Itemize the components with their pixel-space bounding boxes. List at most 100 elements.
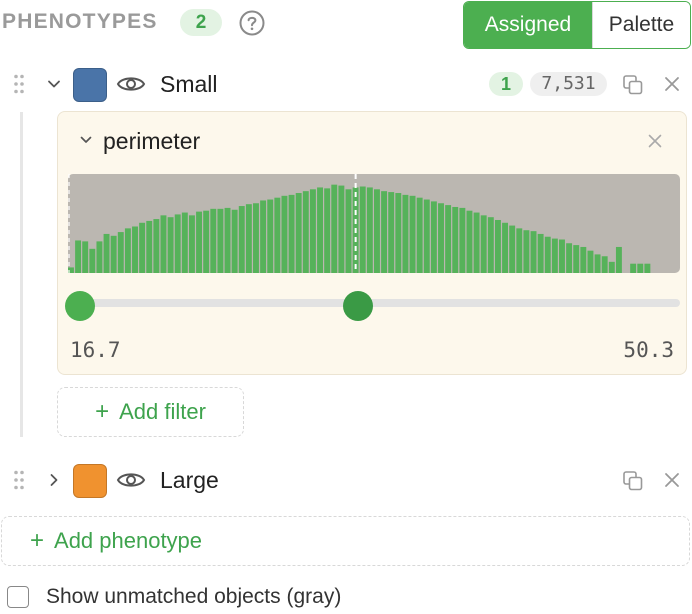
color-swatch-small[interactable] bbox=[73, 68, 107, 102]
show-unmatched-toggle[interactable]: Show unmatched objects (gray) bbox=[7, 584, 341, 610]
assigned-toggle-button[interactable]: Assigned bbox=[464, 2, 592, 48]
histogram-bar bbox=[96, 241, 103, 273]
histogram-bar bbox=[438, 203, 444, 273]
histogram-bar bbox=[473, 212, 480, 273]
histogram-bar bbox=[445, 205, 452, 273]
histogram-bar bbox=[466, 210, 473, 273]
histogram-bar bbox=[395, 193, 402, 273]
show-unmatched-label: Show unmatched objects (gray) bbox=[46, 585, 342, 608]
histogram-bar bbox=[253, 203, 259, 273]
duplicate-icon[interactable] bbox=[622, 470, 644, 492]
histogram-bar bbox=[89, 248, 96, 273]
histogram-bar bbox=[260, 200, 267, 273]
histogram-bar bbox=[537, 233, 544, 273]
chevron-down-icon[interactable] bbox=[78, 132, 94, 148]
range-slider-min-handle[interactable] bbox=[65, 291, 95, 321]
histogram-bar bbox=[544, 236, 551, 273]
histogram-bar bbox=[132, 226, 138, 273]
histogram-bar bbox=[174, 214, 181, 273]
close-icon[interactable] bbox=[662, 470, 682, 490]
eye-icon[interactable] bbox=[116, 72, 146, 96]
histogram-bar bbox=[288, 194, 295, 273]
histogram-bar bbox=[580, 246, 587, 273]
histogram bbox=[68, 174, 680, 273]
histogram-bar bbox=[494, 219, 501, 273]
histogram-bar bbox=[523, 230, 530, 273]
histogram-bar bbox=[110, 235, 117, 273]
phenotypes-header: PHENOTYPES 2 Assigned Palette bbox=[0, 0, 692, 50]
histogram-bar bbox=[217, 208, 224, 273]
histogram-bar bbox=[331, 184, 338, 273]
histogram-bar bbox=[594, 254, 601, 273]
histogram-bar bbox=[551, 238, 558, 273]
color-swatch-large[interactable] bbox=[73, 464, 107, 498]
histogram-bar bbox=[559, 239, 565, 273]
histogram-bar bbox=[281, 195, 288, 273]
histogram-bar bbox=[615, 246, 622, 273]
range-max-value: 50.3 bbox=[623, 338, 674, 362]
show-unmatched-checkbox[interactable] bbox=[7, 586, 29, 608]
histogram-bar bbox=[82, 241, 89, 273]
histogram-bar bbox=[75, 240, 82, 273]
histogram-bar bbox=[608, 261, 615, 273]
add-phenotype-label: Add phenotype bbox=[54, 528, 203, 553]
eye-icon[interactable] bbox=[116, 468, 146, 492]
phenotype-name: Small bbox=[160, 71, 218, 97]
phenotype-name: Large bbox=[160, 467, 219, 493]
range-slider-track[interactable] bbox=[76, 299, 680, 307]
histogram-bar bbox=[181, 212, 188, 273]
close-icon[interactable] bbox=[646, 132, 664, 150]
filter-name: perimeter bbox=[103, 128, 201, 154]
histogram-bar bbox=[231, 209, 238, 273]
histogram-bar bbox=[381, 191, 388, 273]
histogram-bar bbox=[167, 217, 174, 273]
histogram-bar bbox=[153, 219, 160, 273]
drag-handle-icon[interactable] bbox=[12, 73, 26, 95]
range-min-value: 16.7 bbox=[70, 338, 121, 362]
histogram-bar bbox=[238, 206, 245, 273]
histogram-bar bbox=[587, 250, 594, 273]
add-filter-label: Add filter bbox=[119, 399, 206, 424]
range-slider-max-handle[interactable] bbox=[343, 291, 373, 321]
histogram-bar bbox=[402, 194, 409, 273]
histogram-bar bbox=[430, 201, 437, 273]
chevron-down-icon[interactable] bbox=[45, 75, 63, 93]
plus-icon: + bbox=[95, 398, 110, 425]
histogram-bar bbox=[630, 263, 637, 273]
filter-card-perimeter: perimeter 16.7 50.3 bbox=[57, 111, 687, 375]
histogram-bar bbox=[309, 189, 316, 273]
histogram-bar bbox=[366, 187, 373, 273]
object-count-badge: 7,531 bbox=[530, 72, 607, 96]
histogram-bar bbox=[566, 243, 573, 273]
histogram-bar bbox=[160, 215, 167, 273]
duplicate-icon[interactable] bbox=[622, 74, 644, 96]
add-phenotype-button[interactable]: + Add phenotype bbox=[1, 516, 690, 566]
histogram-bar bbox=[188, 215, 195, 273]
histogram-bar bbox=[338, 185, 345, 273]
chevron-right-icon[interactable] bbox=[45, 471, 63, 489]
histogram-bar bbox=[324, 188, 331, 273]
help-icon[interactable] bbox=[239, 10, 265, 36]
phenotype-row-large[interactable]: Large bbox=[0, 457, 692, 503]
plus-icon: + bbox=[30, 527, 45, 554]
histogram-bar bbox=[302, 191, 309, 273]
histogram-bar bbox=[509, 225, 516, 273]
histogram-bar bbox=[117, 232, 124, 273]
histogram-bar bbox=[601, 256, 608, 273]
histogram-bar bbox=[146, 220, 153, 273]
histogram-bar bbox=[516, 228, 523, 273]
histogram-bar bbox=[139, 222, 146, 273]
add-filter-button[interactable]: + Add filter bbox=[57, 387, 244, 437]
histogram-bar bbox=[423, 199, 430, 273]
histogram-bar bbox=[103, 233, 110, 273]
histogram-bar bbox=[480, 215, 487, 273]
drag-handle-icon[interactable] bbox=[12, 469, 26, 491]
histogram-bar bbox=[196, 211, 203, 273]
histogram-bar bbox=[388, 192, 395, 273]
phenotype-row-small[interactable]: Small 1 7,531 bbox=[0, 61, 692, 107]
close-icon[interactable] bbox=[662, 74, 682, 94]
histogram-bar bbox=[245, 204, 252, 273]
histogram-bar bbox=[374, 189, 380, 273]
palette-toggle-button[interactable]: Palette bbox=[592, 2, 690, 48]
histogram-bar bbox=[644, 263, 651, 273]
